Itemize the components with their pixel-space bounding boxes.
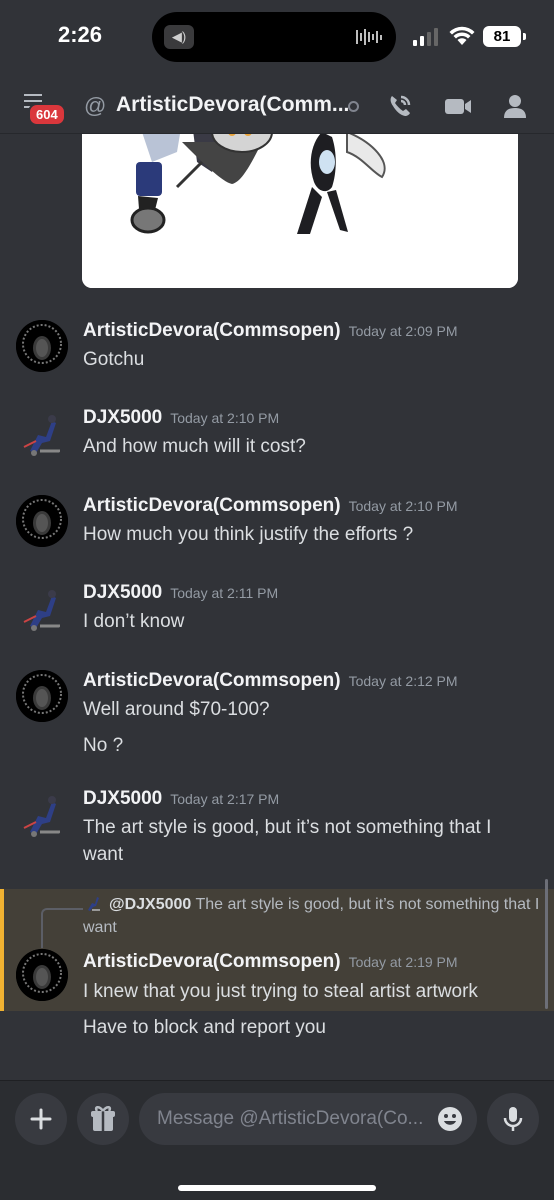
author-name[interactable]: ArtisticDevora(Commsopen) — [83, 495, 341, 516]
back-button[interactable]: 604 — [24, 94, 66, 126]
call-icon[interactable] — [384, 90, 416, 122]
gift-button[interactable] — [77, 1093, 129, 1145]
message-author[interactable]: ArtisticDevora(Commsopen) Today at 2:12 P… — [83, 670, 458, 692]
cellular-signal-icon — [413, 26, 438, 46]
author-name[interactable]: ArtisticDevora(Commsopen) — [83, 320, 341, 341]
artwork-image — [82, 134, 518, 288]
reply-mention[interactable]: @DJX5000 — [109, 896, 191, 913]
message-author[interactable]: ArtisticDevora(Commsopen) Today at 2:09 P… — [83, 320, 458, 342]
clock: 2:26 — [58, 22, 103, 47]
author-name[interactable]: DJX5000 — [83, 407, 162, 428]
reply-preview[interactable]: @DJX5000 The art style is good, but it’s… — [83, 893, 543, 939]
dynamic-island: ◀) — [152, 12, 396, 62]
message-input[interactable] — [157, 1093, 427, 1145]
message-timestamp: Today at 2:17 PM — [170, 791, 280, 807]
audio-wave-icon — [356, 26, 382, 48]
reply-avatar — [88, 897, 100, 911]
message-text: The art style is good, but it’s not some… — [83, 817, 492, 865]
message-timestamp: Today at 2:10 PM — [170, 410, 280, 426]
scrollbar[interactable] — [545, 879, 548, 1009]
author-name[interactable]: ArtisticDevora(Commsopen) — [83, 951, 341, 972]
message-text: I knew that you just trying to steal art… — [83, 981, 478, 1002]
author-name[interactable]: DJX5000 — [83, 582, 162, 603]
offline-status-icon — [348, 101, 359, 112]
speaker-icon: ◀) — [164, 25, 194, 49]
message-author[interactable]: ArtisticDevora(Commsopen) Today at 2:19 P… — [83, 951, 458, 973]
avatar[interactable] — [16, 320, 68, 372]
image-attachment[interactable] — [82, 134, 518, 288]
reply-connector — [41, 908, 83, 948]
message-text: Have to block and report you — [83, 1017, 326, 1038]
voice-message-button[interactable] — [487, 1093, 539, 1145]
avatar[interactable] — [16, 670, 68, 722]
avatar[interactable] — [16, 949, 68, 1001]
message-author[interactable]: DJX5000 Today at 2:11 PM — [83, 582, 278, 604]
mention-highlight[interactable]: @DJX5000 The art style is good, but it’s… — [0, 889, 554, 1011]
avatar[interactable] — [16, 407, 68, 459]
at-icon: @ — [84, 93, 107, 118]
message-text: And how much will it cost? — [83, 436, 306, 457]
home-indicator[interactable] — [178, 1185, 376, 1191]
message-timestamp: Today at 2:19 PM — [348, 954, 458, 970]
plus-icon — [30, 1108, 52, 1130]
avatar[interactable] — [16, 788, 68, 840]
message-author[interactable]: ArtisticDevora(Commsopen) Today at 2:10 P… — [83, 495, 458, 517]
channel-header: 604 @ ArtisticDevora(Comm... — [0, 76, 554, 134]
author-name[interactable]: ArtisticDevora(Commsopen) — [83, 670, 341, 691]
message-input-container[interactable] — [139, 1093, 477, 1145]
message-timestamp: Today at 2:11 PM — [170, 585, 279, 601]
mention-bar — [0, 889, 4, 1011]
avatar[interactable] — [16, 582, 68, 634]
message-timestamp: Today at 2:09 PM — [348, 323, 458, 339]
status-bar: 2:26 ◀) 81 — [0, 0, 554, 76]
add-attachment-button[interactable] — [15, 1093, 67, 1145]
battery-indicator: 81 — [483, 26, 526, 47]
message-text: Gotchu — [83, 349, 145, 370]
message-text: How much you think justify the efforts ? — [83, 524, 414, 545]
message-author[interactable]: DJX5000 Today at 2:10 PM — [83, 407, 279, 429]
video-call-icon[interactable] — [442, 90, 474, 122]
wifi-icon — [449, 26, 475, 45]
emoji-icon[interactable] — [437, 1106, 463, 1132]
message-list[interactable]: ArtisticDevora(Commsopen) Today at 2:09 P… — [0, 134, 554, 1080]
message-author[interactable]: DJX5000 Today at 2:17 PM — [83, 788, 279, 810]
avatar[interactable] — [16, 495, 68, 547]
message-timestamp: Today at 2:10 PM — [348, 498, 458, 514]
gift-icon — [91, 1106, 115, 1131]
unread-badge: 604 — [28, 103, 66, 126]
microphone-icon — [503, 1107, 523, 1131]
message-text: Well around $70-100? — [83, 699, 270, 720]
author-name[interactable]: DJX5000 — [83, 788, 162, 809]
message-composer — [0, 1080, 554, 1200]
channel-title[interactable]: ArtisticDevora(Comm... — [116, 93, 349, 117]
message-text: I don’t know — [83, 611, 185, 632]
message-timestamp: Today at 2:12 PM — [348, 673, 458, 689]
members-icon[interactable] — [499, 90, 531, 122]
message-text: No ? — [83, 735, 124, 756]
